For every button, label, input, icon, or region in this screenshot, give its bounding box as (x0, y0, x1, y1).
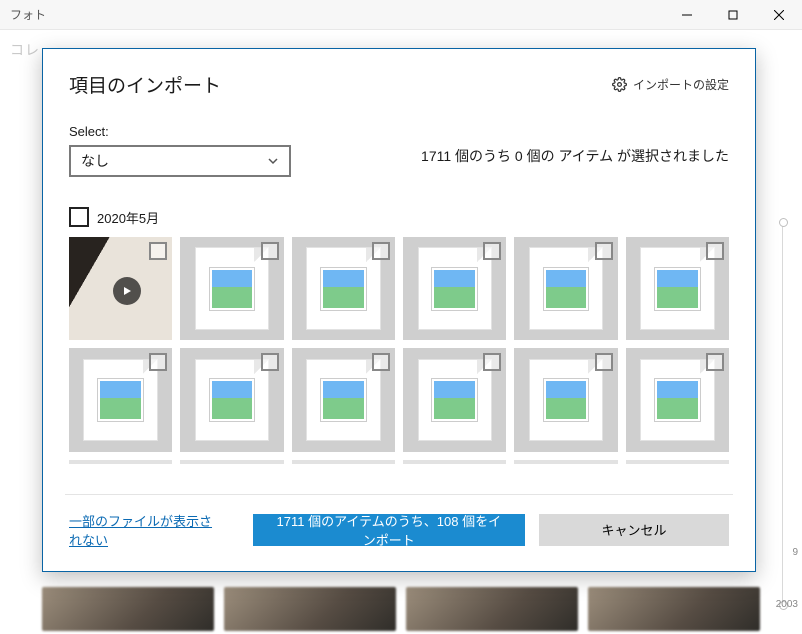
thumbnail-item[interactable] (403, 237, 506, 340)
cancel-button[interactable]: キャンセル (539, 514, 729, 546)
window-titlebar: フォト (0, 0, 802, 30)
date-group-header[interactable]: 2020年5月 (69, 207, 729, 227)
thumbnail-item[interactable] (514, 348, 617, 451)
item-checkbox[interactable] (372, 353, 390, 371)
select-mode-dropdown[interactable]: なし (69, 145, 291, 177)
thumbnail-item[interactable] (292, 237, 395, 340)
group-date-label: 2020年5月 (97, 208, 159, 227)
import-button[interactable]: 1711 個のアイテムのうち、108 個をインポート (253, 514, 525, 546)
item-checkbox[interactable] (372, 242, 390, 260)
thumbnail-item[interactable] (626, 348, 729, 451)
group-checkbox[interactable] (69, 207, 89, 227)
item-checkbox[interactable] (706, 242, 724, 260)
close-icon (774, 10, 784, 20)
item-checkbox[interactable] (261, 242, 279, 260)
minimize-button[interactable] (664, 0, 710, 30)
close-button[interactable] (756, 0, 802, 30)
thumbnail-item[interactable] (514, 237, 617, 340)
thumbnail-item[interactable] (69, 348, 172, 451)
thumbnail-item[interactable] (180, 348, 283, 451)
play-icon (122, 286, 132, 296)
maximize-button[interactable] (710, 0, 756, 30)
scroll-hint-strips (69, 460, 729, 464)
chevron-down-icon (267, 155, 279, 167)
select-mode-value: なし (81, 151, 109, 171)
thumbnail-item[interactable] (626, 237, 729, 340)
minimize-icon (682, 10, 692, 20)
timeline-dot (779, 601, 788, 610)
thumbnail-item[interactable] (403, 348, 506, 451)
item-checkbox[interactable] (483, 353, 501, 371)
background-thumbnails (42, 587, 760, 631)
timeline-dot (779, 218, 788, 227)
year-timeline: 9 2003 (770, 200, 798, 628)
thumbnail-item[interactable] (180, 237, 283, 340)
timeline-year: 9 (792, 547, 798, 558)
item-checkbox[interactable] (261, 353, 279, 371)
item-checkbox[interactable] (595, 353, 613, 371)
import-dialog: 項目のインポート インポートの設定 Select: なし 1711 個のうち 0… (42, 48, 756, 572)
divider (65, 494, 733, 495)
dialog-title: 項目のインポート (69, 71, 221, 98)
gear-icon (612, 77, 627, 92)
thumbnail-grid (69, 237, 729, 452)
thumbnail-item[interactable] (292, 348, 395, 451)
import-settings-label: インポートの設定 (633, 76, 729, 93)
selection-count-text: 1711 個のうち 0 個の アイテム が選択されました (311, 124, 729, 166)
item-checkbox[interactable] (706, 353, 724, 371)
app-title: フォト (10, 6, 46, 23)
select-mode-label: Select: (69, 124, 291, 139)
item-checkbox[interactable] (149, 242, 167, 260)
timeline-year: 2003 (776, 599, 798, 610)
thumbnail-item[interactable] (69, 237, 172, 340)
item-checkbox[interactable] (595, 242, 613, 260)
hidden-files-link[interactable]: 一部のファイルが表示されない (69, 511, 225, 549)
item-checkbox[interactable] (483, 242, 501, 260)
maximize-icon (728, 10, 738, 20)
import-settings-link[interactable]: インポートの設定 (612, 76, 729, 93)
item-checkbox[interactable] (149, 353, 167, 371)
play-badge (113, 277, 141, 305)
